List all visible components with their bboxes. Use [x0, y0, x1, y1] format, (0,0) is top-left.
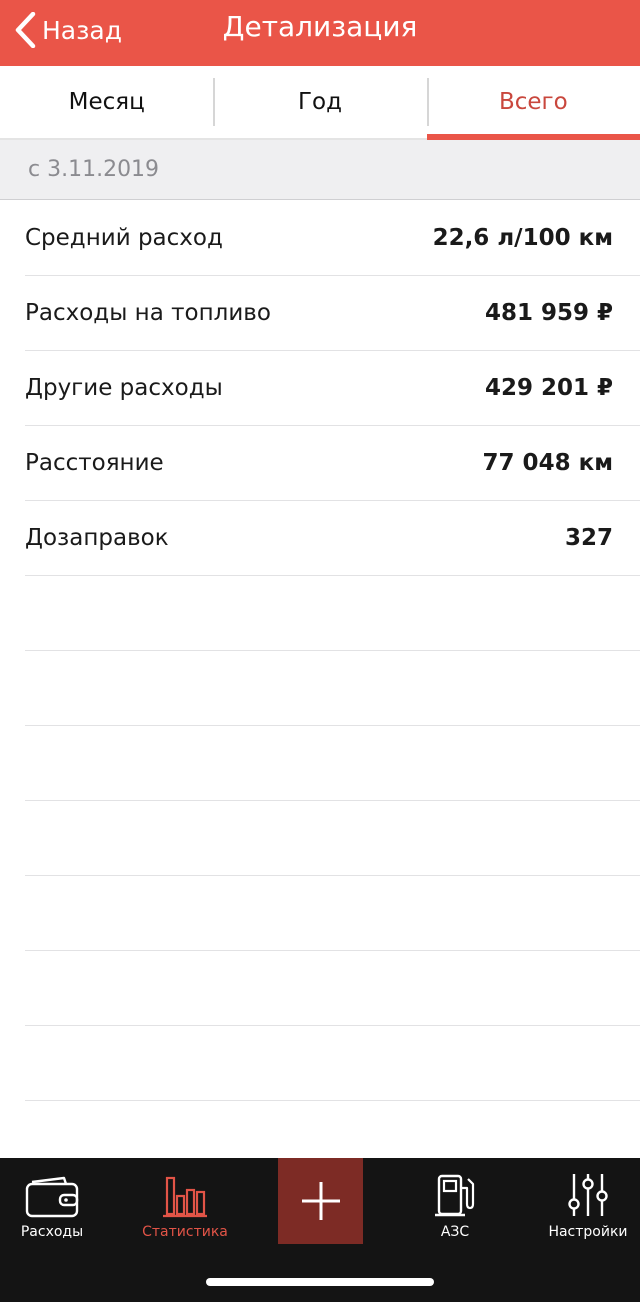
tab-year-label: Год: [297, 89, 342, 115]
empty-row: [25, 876, 640, 951]
app-root: Назад Детализация Месяц Год Всего с 3.11…: [0, 0, 640, 1302]
back-label: Назад: [42, 15, 123, 45]
stat-row-avg-consumption: Средний расход 22,6 л/100 км: [25, 201, 640, 276]
stats-list: Средний расход 22,6 л/100 км Расходы на …: [0, 201, 640, 1101]
tabbar-label: АЗС: [440, 1224, 470, 1240]
back-button[interactable]: Назад: [14, 10, 122, 50]
stat-label: Дозаправок: [25, 525, 169, 551]
empty-row: [25, 1026, 640, 1101]
stat-label: Другие расходы: [25, 375, 223, 401]
stat-value: 22,6 л/100 км: [432, 225, 613, 251]
sliders-icon: [568, 1174, 608, 1216]
stat-row-fuel-expenses: Расходы на топливо 481 959 ₽: [25, 276, 640, 351]
plus-icon: [301, 1182, 340, 1220]
home-indicator[interactable]: [206, 1278, 434, 1286]
period-tabs: Месяц Год Всего: [0, 66, 640, 140]
stat-value: 327: [564, 525, 613, 551]
stat-row-other-expenses: Другие расходы 429 201 ₽: [25, 351, 640, 426]
stat-value: 77 048 км: [482, 450, 613, 476]
tabbar-label: Настройки: [548, 1224, 628, 1240]
chevron-left-icon: [15, 12, 36, 48]
tabbar-label: Статистика: [142, 1224, 228, 1240]
empty-row: [25, 951, 640, 1026]
stat-row-refuels: Дозаправок 327: [25, 501, 640, 576]
tab-all[interactable]: Всего: [426, 66, 640, 140]
empty-row: [25, 576, 640, 651]
tabbar-label: Расходы: [20, 1224, 84, 1240]
stat-label: Расходы на топливо: [25, 300, 271, 326]
nav-header: Назад Детализация: [0, 0, 640, 66]
stat-value: 429 201 ₽: [484, 375, 613, 401]
tabbar-item-expenses[interactable]: Расходы: [6, 1158, 98, 1244]
add-entry-button[interactable]: [278, 1158, 363, 1244]
tabbar-item-statistics[interactable]: Статистика: [134, 1158, 236, 1244]
tab-month[interactable]: Месяц: [0, 66, 213, 138]
stat-label: Расстояние: [25, 450, 164, 476]
period-label: с 3.11.2019: [28, 157, 160, 182]
fuel-pump-icon: [435, 1174, 475, 1217]
stat-row-distance: Расстояние 77 048 км: [25, 426, 640, 501]
bar-chart-icon: [163, 1176, 207, 1218]
tab-month-label: Месяц: [68, 89, 145, 115]
empty-row: [25, 726, 640, 801]
tabbar-item-settings[interactable]: Настройки: [540, 1158, 636, 1244]
stat-label: Средний расход: [25, 225, 223, 251]
stat-value: 481 959 ₽: [484, 300, 613, 326]
empty-row: [25, 651, 640, 726]
tabbar-item-gas-stations[interactable]: АЗС: [420, 1158, 490, 1244]
wallet-icon: [25, 1176, 79, 1218]
period-section-header: с 3.11.2019: [0, 140, 640, 200]
tab-all-label: Всего: [498, 89, 568, 115]
tab-year[interactable]: Год: [213, 66, 426, 138]
empty-row: [25, 801, 640, 876]
